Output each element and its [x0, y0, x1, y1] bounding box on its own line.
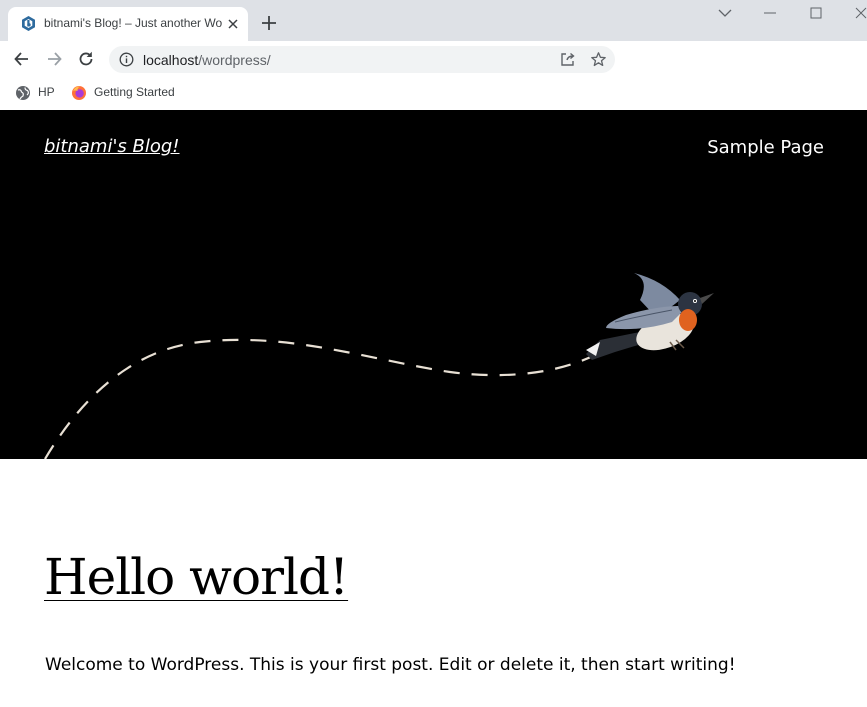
bookmark-label: Getting Started: [94, 85, 175, 99]
forward-arrow-icon[interactable]: [44, 49, 64, 69]
new-tab-plus-icon[interactable]: [259, 13, 279, 33]
close-window-icon[interactable]: [853, 5, 867, 21]
bird-icon: [586, 273, 714, 360]
close-tab-icon[interactable]: [227, 17, 239, 29]
site-info-icon[interactable]: [119, 52, 134, 67]
bookmark-star-icon[interactable]: [590, 51, 607, 68]
url-host: localhost: [143, 52, 199, 68]
maximize-window-icon[interactable]: [808, 5, 824, 21]
address-bar[interactable]: localhost/wordpress/: [109, 46, 615, 73]
back-arrow-icon[interactable]: [12, 49, 32, 69]
post-excerpt: Welcome to WordPress. This is your first…: [45, 655, 736, 675]
bitnami-hexagon-icon: [20, 15, 37, 32]
tab-title: bitnami's Blog! – Just another WordPress…: [44, 16, 222, 30]
url-text[interactable]: localhost/wordpress/: [143, 52, 271, 68]
bookmark-label: HP: [38, 85, 55, 99]
share-icon[interactable]: [559, 51, 576, 68]
url-path: /wordpress/: [198, 52, 271, 68]
flight-path: [44, 338, 596, 459]
post-title-link[interactable]: Hello world!: [44, 545, 349, 609]
minimize-window-icon[interactable]: [762, 5, 778, 21]
site-header-banner: bitnami's Blog! Sample Page: [0, 110, 867, 459]
firefox-icon: [71, 85, 87, 101]
globe-icon: [15, 85, 31, 101]
chevron-down-icon[interactable]: [716, 6, 734, 20]
hero-illustration: [44, 273, 714, 459]
tab-strip: bitnami's Blog! – Just another WordPress…: [0, 0, 867, 41]
bookmark-getting-started[interactable]: Getting Started: [71, 83, 181, 103]
browser-tab-active[interactable]: bitnami's Blog! – Just another WordPress…: [8, 7, 248, 41]
bookmarks-bar: HP Getting Started: [0, 78, 867, 109]
reload-icon[interactable]: [76, 49, 96, 69]
site-title-link[interactable]: bitnami's Blog!: [44, 136, 180, 157]
bookmark-hp[interactable]: HP: [15, 83, 60, 103]
nav-item-sample-page[interactable]: Sample Page: [707, 137, 824, 158]
browser-toolbar: localhost/wordpress/: [0, 41, 867, 78]
